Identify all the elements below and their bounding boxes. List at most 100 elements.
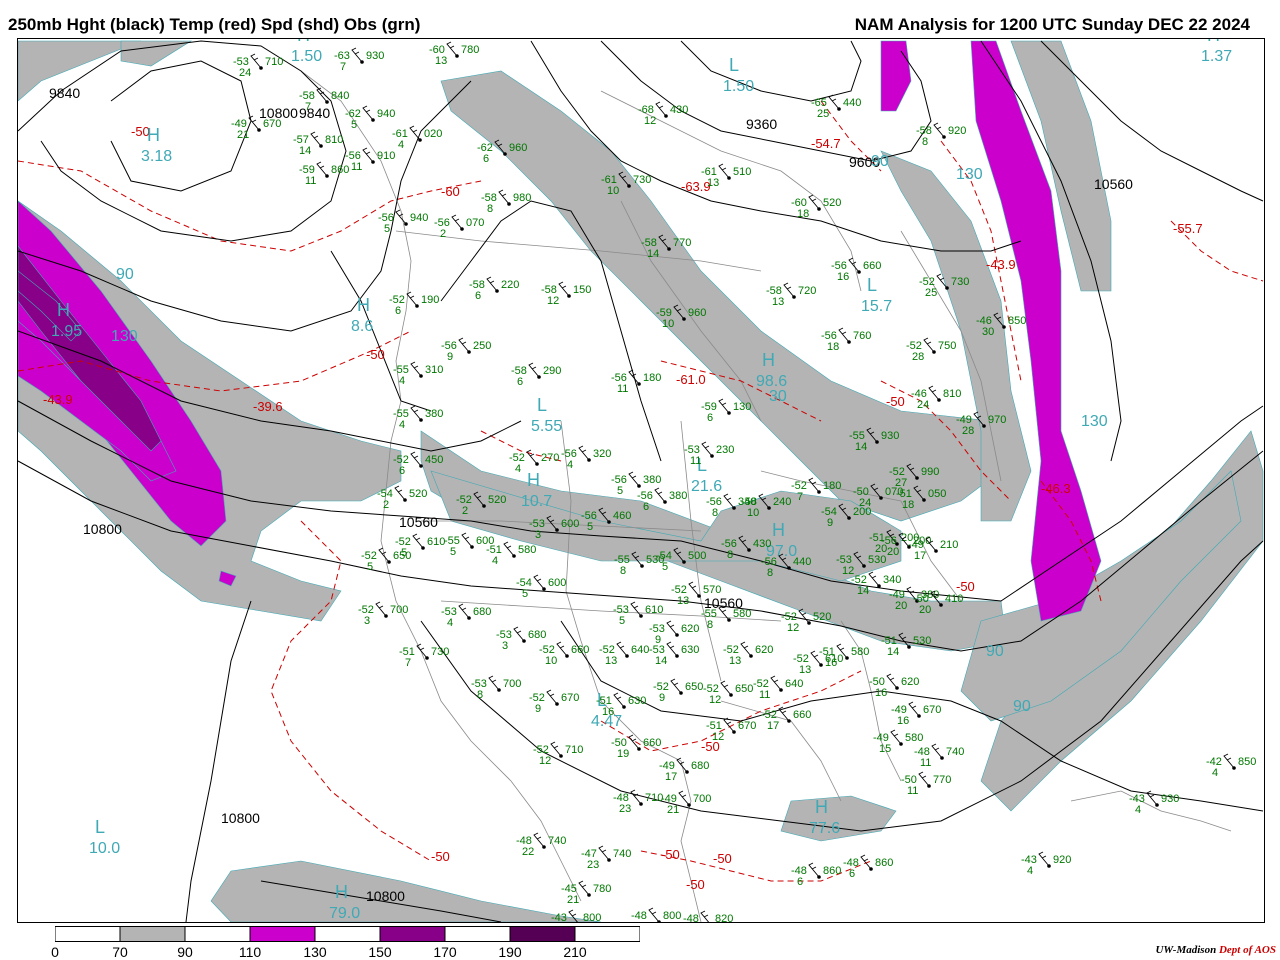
- obs-dewpoint-depression: 3: [535, 529, 541, 541]
- station-plot: -65 44025: [811, 94, 861, 120]
- temperature-label: -43.9: [986, 257, 1016, 272]
- obs-height: 780: [461, 44, 479, 56]
- station-plot: -58 9208: [916, 122, 966, 148]
- station-plot: -49 67016: [891, 701, 941, 727]
- center-value: 15.7: [861, 298, 892, 315]
- obs-height: 180: [823, 480, 841, 492]
- obs-height: 670: [923, 704, 941, 716]
- speed-color-legend: [55, 926, 640, 942]
- obs-dewpoint-depression: 10: [662, 318, 674, 330]
- station-plot: -59 86011: [299, 161, 349, 187]
- obs-height: 600: [561, 518, 579, 530]
- obs-dewpoint-depression: 12: [539, 755, 551, 767]
- analysis-time-title: NAM Analysis for 1200 UTC Sunday DEC 22 …: [854, 15, 1250, 34]
- speed-label: 90: [1013, 698, 1031, 715]
- obs-height: 650: [735, 683, 753, 695]
- obs-height: 710: [565, 744, 583, 756]
- obs-dewpoint-depression: 10: [545, 655, 557, 667]
- wind-barb: [655, 101, 667, 117]
- obs-height: 380: [643, 474, 661, 486]
- station-plot: -56 3204: [561, 445, 611, 471]
- obs-height: 770: [673, 237, 691, 249]
- height-label: 10800: [366, 888, 405, 904]
- temperature-label: -43.9: [43, 392, 73, 407]
- obs-dewpoint-depression: 7: [797, 491, 803, 503]
- station-plot: -52 71012: [533, 741, 583, 767]
- obs-height: 050: [928, 488, 946, 500]
- station-plot: -58 2906: [511, 362, 561, 388]
- wind-barb: [700, 910, 710, 922]
- station-plot: -53 71024: [233, 53, 283, 79]
- obs-dewpoint-depression: 6: [643, 501, 649, 513]
- high-center: H 1.37: [1201, 39, 1232, 65]
- obs-dewpoint-depression: 6: [637, 921, 643, 922]
- obs-height: 180: [643, 372, 661, 384]
- low-center: L 1.50: [723, 55, 754, 95]
- center-letter: L: [537, 395, 547, 415]
- obs-dewpoint-depression: 21: [237, 129, 249, 141]
- obs-dewpoint-depression: 21: [567, 894, 579, 906]
- temperature-label: -55.7: [1173, 221, 1203, 236]
- station-plot: -53 6804: [441, 603, 491, 629]
- wind-barb: [648, 907, 660, 922]
- obs-height: 430: [753, 538, 771, 550]
- obs-dewpoint-depression: 5: [617, 485, 623, 497]
- station-plot: -438008: [551, 909, 601, 922]
- map-canvas: 98409840936096001056010800 10560105601080…: [18, 39, 1264, 922]
- obs-dewpoint-depression: 4: [515, 463, 521, 475]
- legend-swatch: [574, 926, 640, 942]
- station-plot: -49 70021: [661, 790, 711, 816]
- center-letter: H: [357, 295, 370, 315]
- legend-tick-label: 170: [433, 944, 457, 960]
- wind-barb: [701, 441, 713, 457]
- temperature-label: -50: [686, 877, 705, 892]
- obs-dewpoint-depression: 18: [797, 208, 809, 220]
- station-plot: -56 2509: [441, 337, 491, 363]
- center-value: 21.6: [691, 478, 722, 495]
- station-plot: -48 8606: [843, 854, 893, 880]
- obs-height: 670: [263, 118, 281, 130]
- map-title: 250mb Hght (black) Temp (red) Spd (shd) …: [8, 15, 421, 34]
- center-letter: H: [772, 520, 785, 540]
- wind-barb: [630, 601, 642, 617]
- center-letter: H: [335, 882, 348, 902]
- temperature-label: -50: [661, 847, 680, 862]
- obs-dewpoint-depression: 2: [462, 505, 468, 517]
- wind-barb: [406, 291, 418, 307]
- obs-height: 670: [561, 692, 579, 704]
- obs-dewpoint-depression: 28: [912, 351, 924, 363]
- obs-dewpoint-depression: 13: [707, 177, 719, 189]
- obs-dewpoint-depression: 14: [647, 248, 659, 260]
- obs-height: 940: [377, 108, 395, 120]
- station-plot: -52 64011: [753, 675, 803, 701]
- obs-height: 640: [631, 644, 649, 656]
- station-plot: -53 23011: [684, 441, 734, 467]
- center-value: 8.6: [351, 318, 373, 335]
- center-value: 1.37: [1201, 48, 1232, 65]
- station-plot: -57 81014: [293, 131, 343, 157]
- wind-barb: [616, 641, 628, 657]
- obs-dewpoint-depression: 8: [712, 507, 718, 519]
- obs-height: 860: [875, 857, 893, 869]
- obs-height: 930: [881, 430, 899, 442]
- wind-barb: [1223, 753, 1235, 769]
- obs-dewpoint-depression: 13: [605, 655, 617, 667]
- obs-dewpoint-depression: 20: [895, 600, 907, 612]
- obs-height: 380: [425, 408, 443, 420]
- obs-height: 610: [645, 604, 663, 616]
- wind-barb: [928, 385, 940, 401]
- height-contour: [330, 250, 432, 412]
- obs-dewpoint-depression: 9: [659, 692, 665, 704]
- speed-label: 130: [111, 328, 138, 345]
- obs-dewpoint-depression: 11: [617, 383, 628, 395]
- obs-dewpoint-depression: 7: [405, 657, 411, 669]
- obs-dewpoint-depression: 3: [502, 640, 508, 652]
- obs-height: 960: [509, 142, 527, 154]
- obs-height: 720: [798, 285, 816, 297]
- station-plot: -52 64013: [599, 641, 649, 667]
- obs-dewpoint-depression: 12: [547, 295, 559, 307]
- obs-dewpoint-depression: 12: [787, 622, 799, 634]
- obs-dewpoint-depression: 12: [709, 694, 721, 706]
- obs-height: 660: [571, 644, 589, 656]
- wind-barb: [666, 620, 678, 636]
